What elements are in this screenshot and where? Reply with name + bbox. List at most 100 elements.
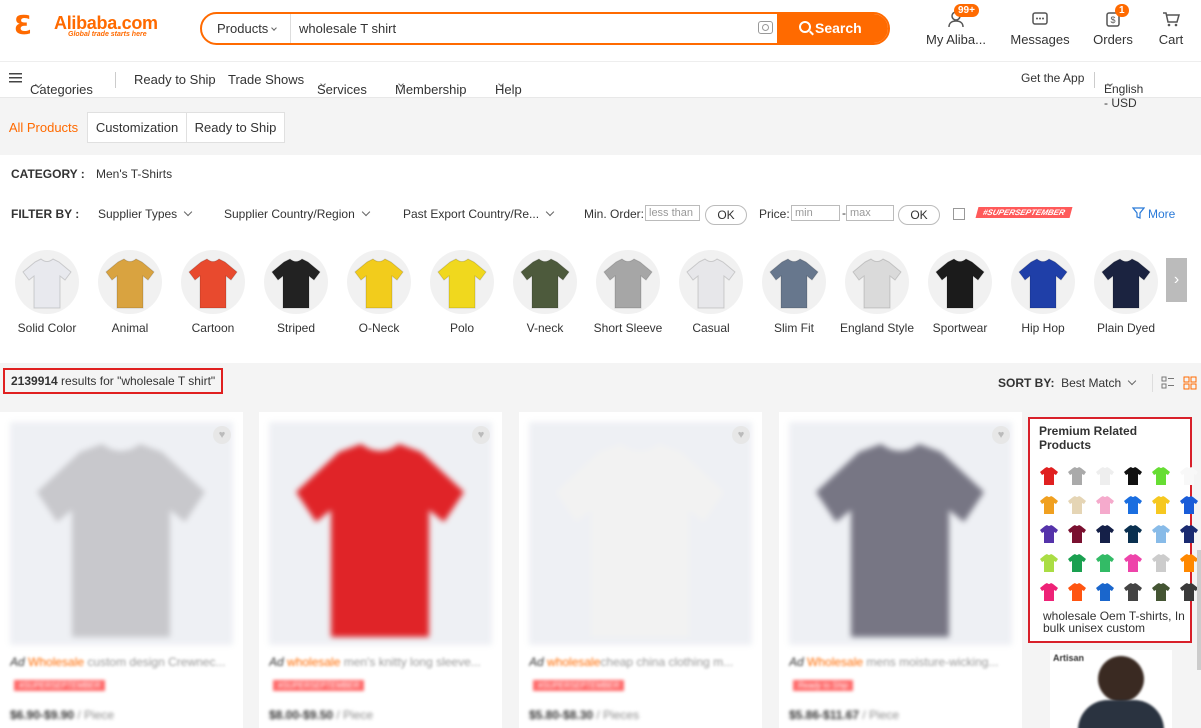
category-item[interactable]: Animal (90, 250, 170, 334)
page-scrollbar[interactable] (1197, 550, 1201, 670)
product-card[interactable]: ♥ Ad wholesale men's knitty long sleeve..… (259, 412, 502, 728)
product-image[interactable] (789, 422, 1012, 645)
category-thumbnail (679, 250, 743, 314)
product-promo-tag: #SUPERSEPTEMBER (533, 680, 625, 691)
premium-swatch (1038, 523, 1060, 545)
premium-swatch (1122, 494, 1144, 516)
category-item[interactable]: Short Sleeve (588, 250, 668, 334)
supplier-types-dropdown[interactable]: Supplier Types (98, 207, 193, 221)
category-item[interactable]: Polo (422, 250, 502, 334)
orders-button[interactable]: $ 1 Orders (1090, 4, 1136, 47)
favorite-heart-icon[interactable]: ♥ (992, 426, 1010, 444)
category-item[interactable]: Sportwear (920, 250, 1000, 334)
category-label: Slim Fit (774, 321, 814, 335)
sort-by-control[interactable]: SORT BY: Best Match (998, 376, 1137, 390)
favorite-heart-icon[interactable]: ♥ (732, 426, 750, 444)
product-image[interactable] (269, 422, 492, 645)
category-item[interactable]: England Style (837, 250, 917, 334)
premium-swatch (1150, 552, 1172, 574)
more-filters-button[interactable]: More (1131, 207, 1175, 221)
price-ok-button[interactable]: OK (898, 205, 940, 225)
camera-icon[interactable] (758, 21, 773, 34)
category-value-link[interactable]: Men's T-Shirts (96, 167, 172, 181)
favorite-heart-icon[interactable]: ♥ (213, 426, 231, 444)
category-thumbnail (98, 250, 162, 314)
promo-checkbox[interactable] (953, 208, 965, 220)
premium-swatch (1122, 523, 1144, 545)
product-promo-tag: Ready to Ship (793, 680, 854, 691)
product-card[interactable]: ♥ Ad Wholesale mens moisture-wicking... Re… (779, 412, 1022, 728)
title-highlight: wholesale (547, 655, 601, 669)
header: ℇ Alibaba.com Global trade starts here P… (0, 0, 1201, 62)
past-export-dropdown[interactable]: Past Export Country/Re... (403, 207, 555, 221)
svg-text:$: $ (1110, 15, 1115, 25)
category-item[interactable]: Solid Color (7, 250, 87, 334)
chevron-down-icon (1127, 376, 1137, 386)
premium-swatch (1094, 552, 1116, 574)
message-icon (1010, 10, 1070, 30)
messages-button[interactable]: Messages (1010, 10, 1070, 47)
category-item[interactable]: O-Neck (339, 250, 419, 334)
tab-customization[interactable]: Customization (87, 112, 187, 143)
category-item[interactable]: Cartoon (173, 250, 253, 334)
product-image[interactable] (10, 422, 233, 645)
category-thumbnail (845, 250, 909, 314)
search-input[interactable] (299, 14, 759, 43)
product-title[interactable]: Ad Wholesale mens moisture-wicking... (789, 655, 1015, 669)
list-view-icon[interactable] (1161, 376, 1175, 393)
premium-swatch (1178, 494, 1200, 516)
min-order-input[interactable]: less than (645, 205, 700, 221)
cart-button[interactable]: Cart (1154, 10, 1188, 47)
price-min-input[interactable]: min (791, 205, 840, 221)
search-category-select[interactable]: Products (202, 14, 291, 43)
premium-swatch (1122, 552, 1144, 574)
tab-all-products[interactable]: All Products (0, 112, 87, 143)
supplier-country-dropdown[interactable]: Supplier Country/Region (224, 207, 370, 221)
my-alibaba-label: My Aliba... (926, 32, 986, 47)
favorite-heart-icon[interactable]: ♥ (472, 426, 490, 444)
ad-label: Ad (269, 655, 284, 669)
sponsored-product-image[interactable]: Artisan (1050, 650, 1172, 728)
category-item[interactable]: Striped (256, 250, 336, 334)
category-item[interactable]: Plain Dyed (1086, 250, 1166, 334)
my-alibaba-button[interactable]: 99+ My Aliba... (924, 4, 988, 47)
category-item[interactable]: V-neck (505, 250, 585, 334)
premium-swatch (1038, 465, 1060, 487)
search-button[interactable]: Search (777, 14, 888, 43)
get-the-app-link[interactable]: Get the App (1021, 71, 1084, 85)
nav-trade-shows[interactable]: Trade Shows (228, 72, 304, 87)
category-label: CATEGORY : (11, 167, 85, 181)
category-item[interactable]: Slim Fit (754, 250, 834, 334)
category-thumbnail (928, 250, 992, 314)
title-highlight: wholesale (287, 655, 341, 669)
premium-swatch (1122, 581, 1144, 603)
product-card[interactable]: ♥ Ad wholesalecheap china clothing m... #S… (519, 412, 762, 728)
grid-view-icon[interactable] (1183, 376, 1197, 393)
product-title[interactable]: Ad wholesale men's knitty long sleeve... (269, 655, 495, 669)
product-price: $5.80-$8.30 / Pieces (529, 708, 640, 722)
premium-related-products[interactable]: Premium Related Products wholesale Oem T… (1028, 417, 1198, 643)
tab-ready-to-ship[interactable]: Ready to Ship (187, 112, 285, 143)
notification-badge: 99+ (954, 4, 979, 17)
product-card[interactable]: ♥ Ad Wholesale custom design Crewnec... #S… (0, 412, 243, 728)
search-icon (799, 21, 811, 33)
price-max-input[interactable]: max (846, 205, 894, 221)
alibaba-logo[interactable]: ℇ Alibaba.com Global trade starts here (14, 11, 184, 41)
product-image[interactable] (529, 422, 752, 645)
product-title[interactable]: Ad wholesalecheap china clothing m... (529, 655, 755, 669)
category-label: Cartoon (191, 321, 235, 335)
nav-ready-to-ship[interactable]: Ready to Ship (134, 72, 216, 87)
min-order-ok-button[interactable]: OK (705, 205, 747, 225)
title-text: custom design Crewnec... (84, 655, 226, 669)
category-item[interactable]: Casual (671, 250, 751, 334)
carousel-next-button[interactable]: › (1166, 258, 1187, 302)
logo-tagline: Global trade starts here (68, 31, 147, 38)
category-label: V-neck (526, 321, 564, 335)
premium-swatch (1150, 581, 1172, 603)
category-thumbnail (1094, 250, 1158, 314)
category-item[interactable]: Hip Hop (1003, 250, 1083, 334)
menu-icon[interactable] (9, 71, 22, 87)
category-label: O-Neck (358, 321, 400, 335)
product-title[interactable]: Ad Wholesale custom design Crewnec... (10, 655, 236, 669)
title-text: men's knitty long sleeve... (340, 655, 481, 669)
